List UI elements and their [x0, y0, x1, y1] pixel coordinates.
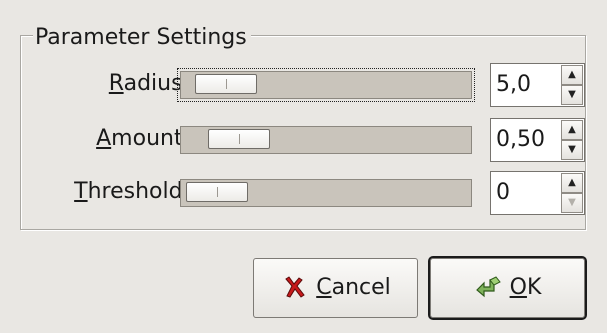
threshold-label: Threshold: — [74, 179, 190, 204]
group-title: Parameter Settings — [33, 25, 251, 51]
cancel-label: Cancel — [316, 275, 391, 300]
radius-spinbox[interactable]: 5,0 ▲ ▼ — [490, 63, 585, 107]
amount-spinbox[interactable]: 0,50 ▲ ▼ — [490, 118, 585, 162]
amount-slider[interactable] — [180, 126, 472, 154]
radius-row: Radius: 5,0 ▲ ▼ — [30, 63, 586, 109]
threshold-slider[interactable] — [180, 179, 472, 207]
threshold-increment-button[interactable]: ▲ — [561, 173, 583, 193]
radius-label: Radius: — [108, 71, 190, 96]
amount-row: Amount: 0,50 ▲ ▼ — [30, 118, 586, 164]
threshold-slider-handle[interactable] — [186, 182, 248, 202]
arrow-up-icon: ▲ — [568, 124, 576, 135]
radius-value[interactable]: 5,0 — [496, 72, 531, 98]
amount-decrement-button[interactable]: ▼ — [561, 140, 583, 160]
cancel-button[interactable]: Cancel — [253, 258, 418, 318]
ok-button[interactable]: OK — [428, 256, 587, 320]
ok-label: OK — [509, 275, 542, 300]
radius-slider[interactable] — [177, 68, 475, 102]
amount-increment-button[interactable]: ▲ — [561, 120, 583, 140]
parameter-settings-dialog: Parameter Settings Radius: 5,0 ▲ ▼ Amoun… — [0, 0, 607, 333]
arrow-down-icon: ▼ — [568, 144, 576, 155]
threshold-spinbox[interactable]: 0 ▲ ▼ — [490, 171, 585, 215]
threshold-row: Threshold: 0 ▲ ▼ — [30, 171, 586, 217]
ok-check-arrow-icon — [475, 276, 501, 298]
arrow-up-icon: ▲ — [568, 69, 576, 80]
amount-value[interactable]: 0,50 — [496, 127, 545, 153]
threshold-decrement-button: ▼ — [561, 193, 583, 213]
radius-slider-handle[interactable] — [194, 74, 257, 94]
arrow-down-icon: ▼ — [568, 197, 576, 208]
arrow-up-icon: ▲ — [568, 177, 576, 188]
amount-slider-handle[interactable] — [207, 129, 270, 149]
radius-increment-button[interactable]: ▲ — [561, 65, 583, 85]
amount-label: Amount: — [96, 126, 190, 151]
arrow-down-icon: ▼ — [568, 89, 576, 100]
radius-decrement-button[interactable]: ▼ — [561, 85, 583, 105]
threshold-value[interactable]: 0 — [496, 180, 510, 206]
cancel-x-icon — [285, 276, 305, 298]
